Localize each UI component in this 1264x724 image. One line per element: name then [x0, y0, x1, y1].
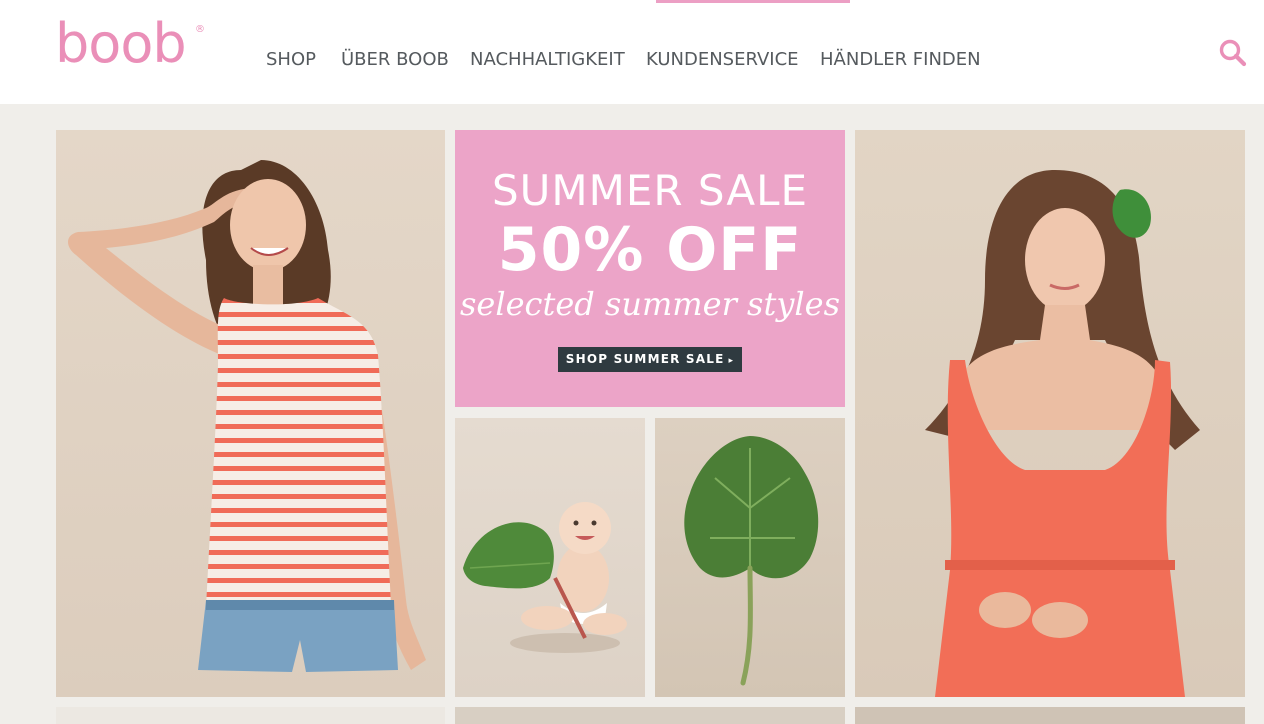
promo-headline: SUMMER SALE [491, 166, 809, 215]
search-icon[interactable] [1216, 36, 1250, 70]
photo-rhubarb-leaf[interactable] [655, 418, 845, 697]
product-photo-striped-top[interactable] [56, 130, 445, 697]
tile-row2-right[interactable] [855, 707, 1245, 724]
tile-row2-middle[interactable] [455, 707, 845, 724]
play-arrow-icon: ▸ [728, 356, 735, 366]
logo[interactable]: boob ® [55, 14, 215, 74]
tile-row2-left[interactable] [56, 707, 445, 724]
nav-item-kundenservice[interactable]: KUNDENSERVICE [646, 47, 799, 73]
shop-summer-sale-label: SHOP SUMMER SALE [565, 352, 725, 366]
product-photo-coral-dress[interactable] [855, 130, 1245, 697]
nav-active-indicator [656, 0, 850, 3]
shop-summer-sale-button[interactable]: SHOP SUMMER SALE ▸ [558, 347, 742, 372]
site-header: boob ® SHOP ÜBER BOOB NACHHALTIGKEIT KUN… [0, 0, 1264, 104]
photo-baby-with-rhubarb[interactable] [455, 418, 645, 697]
registered-mark: ® [195, 24, 205, 35]
nav-item-haendler-finden[interactable]: HÄNDLER FINDEN [820, 47, 981, 73]
promo-discount: 50% OFF [497, 215, 803, 285]
nav-item-nachhaltigkeit[interactable]: NACHHALTIGKEIT [470, 47, 625, 73]
logo-text: boob [55, 12, 187, 75]
nav-item-ueber-boob[interactable]: ÜBER BOOB [341, 47, 449, 73]
summer-sale-banner[interactable]: SUMMER SALE 50% OFF selected summer styl… [455, 130, 845, 407]
nav-item-shop[interactable]: SHOP [266, 47, 316, 73]
promo-subline: selected summer styles [460, 285, 840, 323]
